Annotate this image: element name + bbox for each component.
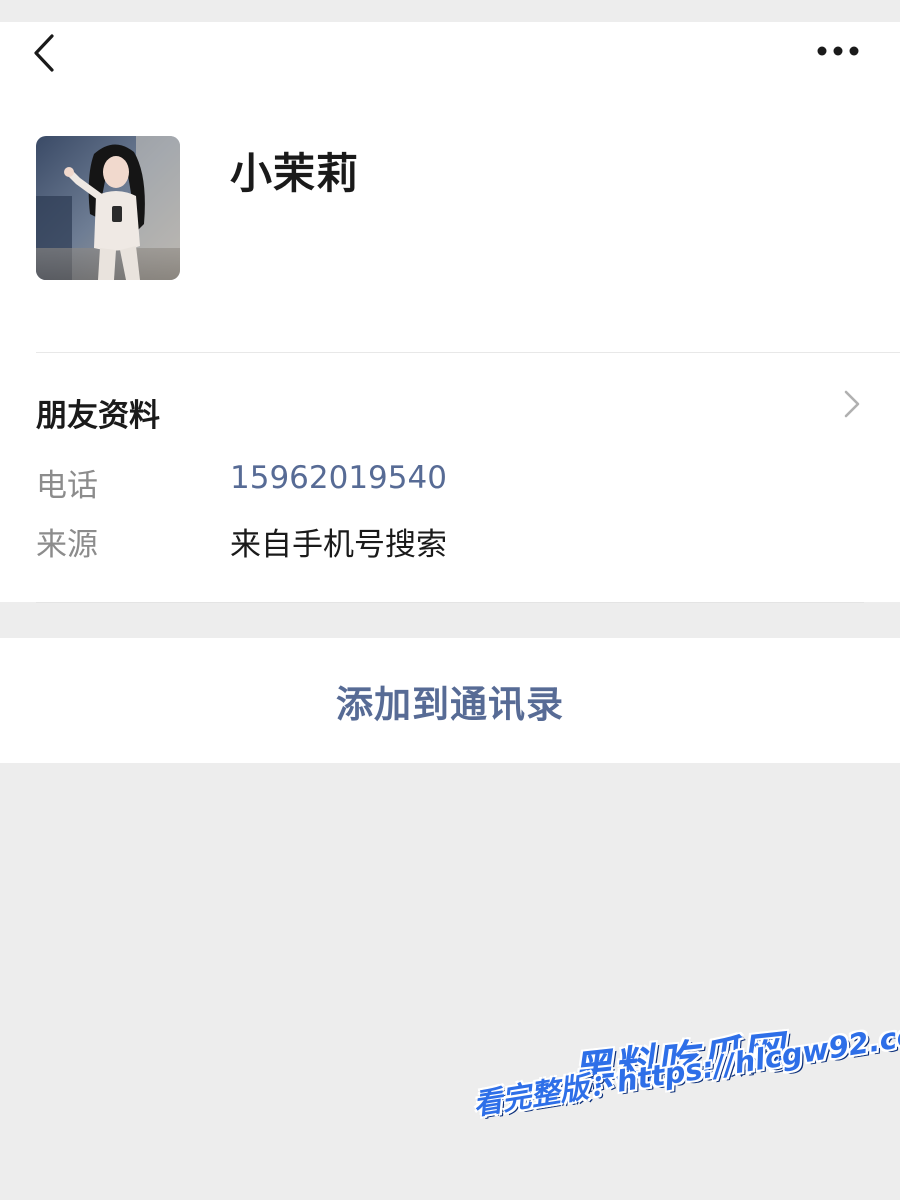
- friend-info-title[interactable]: 朋友资料: [36, 390, 160, 435]
- avatar-photo: [36, 136, 180, 280]
- chevron-left-icon: [34, 34, 54, 72]
- add-to-contacts-label: 添加到通讯录: [336, 682, 564, 726]
- chevron-right-icon: [844, 390, 860, 418]
- divider: [36, 602, 864, 603]
- more-button[interactable]: [808, 36, 868, 66]
- more-horizontal-icon: [817, 46, 859, 56]
- source-value: 来自手机号搜索: [230, 527, 447, 563]
- avatar[interactable]: [36, 136, 180, 280]
- top-bar-background: [0, 0, 900, 22]
- phone-label: 电话: [36, 468, 98, 504]
- profile-card: 小茉莉 朋友资料 电话 15962019540 来源 来自手机号搜索: [0, 22, 900, 603]
- source-label: 来源: [36, 527, 98, 563]
- friend-info-chevron[interactable]: [836, 384, 866, 424]
- phone-number-link[interactable]: 15962019540: [230, 460, 447, 496]
- nickname: 小茉莉: [230, 149, 360, 198]
- divider: [36, 352, 900, 353]
- back-button[interactable]: [22, 28, 72, 78]
- watermark-url: 看完整版：https://hlcgw92.com: [470, 1013, 900, 1122]
- add-to-contacts-button[interactable]: 添加到通讯录: [0, 638, 900, 763]
